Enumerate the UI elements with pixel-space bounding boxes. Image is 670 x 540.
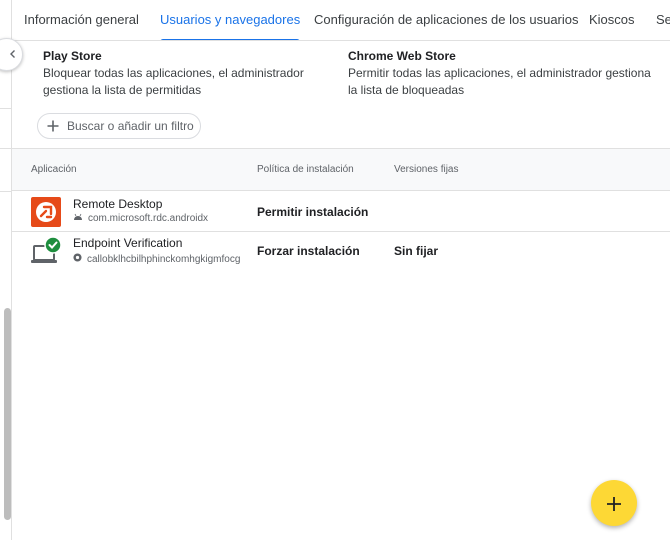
app-id: com.microsoft.rdc.androidx [73,213,208,224]
table-header: Aplicación Política de instalación Versi… [12,148,670,191]
chevron-left-icon [8,46,18,64]
table-row[interactable]: Remote Desktop com.microsoft.rdc.android… [12,192,670,232]
tab-overflow[interactable]: Se [656,0,670,40]
app-name: Endpoint Verification [73,236,183,250]
column-header-pinned-versions[interactable]: Versiones fijas [394,149,458,191]
android-icon [73,213,88,224]
chrome-web-store-desc-line2: la lista de bloqueadas [348,83,465,97]
play-store-title: Play Store [43,49,102,63]
install-policy: Forzar instalación [257,244,360,258]
tab-kioscos[interactable]: Kioscos [589,0,635,40]
play-store-desc-line2: gestiona la lista de permitidas [43,83,202,97]
gutter-divider [0,148,12,149]
chrome-icon [73,253,87,265]
plus-icon [606,489,622,517]
chrome-web-store-title: Chrome Web Store [348,49,456,63]
collapse-panel-button[interactable] [0,38,23,71]
left-gutter [0,0,12,540]
gutter-divider [0,108,12,109]
tab-informacion-general[interactable]: Información general [24,0,139,40]
vertical-scrollbar-thumb[interactable] [4,308,11,520]
gutter-divider [0,191,12,192]
endpoint-verification-app-icon [31,236,62,266]
add-app-fab-button[interactable] [591,480,637,526]
chrome-web-store-desc-line1: Permitir todas las aplicaciones, el admi… [348,66,651,80]
app-name: Remote Desktop [73,197,163,211]
app-id-text: callobklhcbilhphinckomhgkigmfocg [87,253,241,265]
app-id: callobklhcbilhphinckomhgkigmfocg [73,253,240,265]
play-store-desc-line1: Bloquear todas las aplicaciones, el admi… [43,66,304,80]
app-id-text: com.microsoft.rdc.androidx [88,213,209,224]
play-store-section: Play Store Bloquear todas las aplicacion… [43,49,304,98]
filter-label: Buscar o añadir un filtro [67,119,194,133]
tab-configuracion-aplicaciones[interactable]: Configuración de aplicaciones de los usu… [314,0,579,40]
search-or-add-filter-button[interactable]: Buscar o añadir un filtro [37,113,201,139]
install-policy: Permitir instalación [257,205,369,219]
tab-usuarios-y-navegadores[interactable]: Usuarios y navegadores [160,0,301,40]
chrome-web-store-section: Chrome Web Store Permitir todas las apli… [348,49,651,98]
column-header-install-policy[interactable]: Política de instalación [257,149,354,191]
column-header-application[interactable]: Aplicación [31,149,77,191]
pinned-version: Sin fijar [394,244,439,258]
remote-desktop-app-icon [31,197,61,227]
table-row[interactable]: Endpoint Verification callobklhcbilhphin… [12,232,670,272]
tab-bar: Información general Usuarios y navegador… [12,0,670,41]
plus-icon [47,118,59,135]
